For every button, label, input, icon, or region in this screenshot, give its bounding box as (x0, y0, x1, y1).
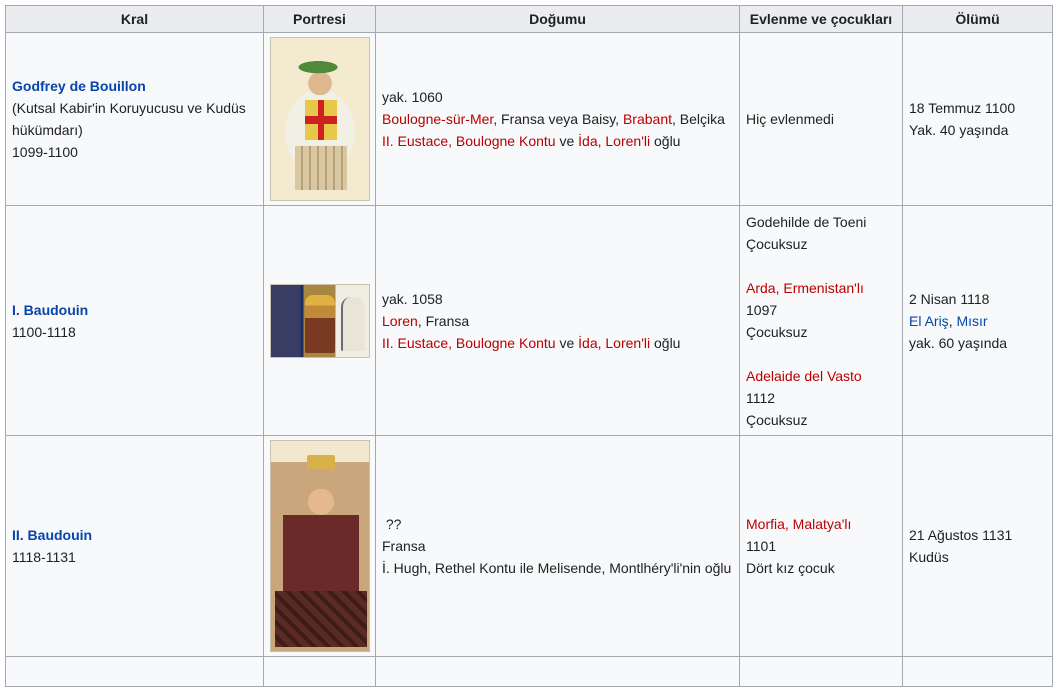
birth-year: yak. 1060 (382, 89, 443, 105)
birth-cell: ?? Fransa İ. Hugh, Rethel Kontu ile Meli… (375, 435, 740, 657)
death-place-link[interactable]: El Ariş (909, 313, 949, 329)
spouse-link[interactable]: Adelaide del Vasto (746, 368, 862, 384)
spouse-children: Dört kız çocuk (746, 560, 835, 576)
death-cell: 21 Ağustos 1131 Kudüs (902, 435, 1053, 657)
reign: 1099-1100 (12, 144, 78, 160)
portrait-cell (263, 205, 376, 436)
king-title: (Kutsal Kabir'in Koruyucusu ve Kudüs hük… (12, 100, 246, 138)
header-portrait[interactable]: Portresi (263, 5, 376, 33)
table-row (5, 656, 1053, 687)
birth-cell: yak. 1060 Boulogne-sür-Mer, Fransa veya … (375, 32, 740, 206)
death-cell: 18 Temmuz 1100 Yak. 40 yaşında (902, 32, 1053, 206)
portrait-image[interactable] (270, 37, 370, 201)
spouse-year: 1101 (746, 538, 777, 554)
birth-place-text: , Fransa veya Baisy, (493, 111, 623, 127)
marriage-cell: Hiç evlenmedi (739, 32, 903, 206)
death-cell: 2 Nisan 1118 El Ariş, Mısır yak. 60 yaşı… (902, 205, 1053, 436)
marriage-text: Hiç evlenmedi (746, 111, 834, 127)
header-king[interactable]: Kral (5, 5, 264, 33)
kings-table: Kral Portresi Doğumu Evlenme ve çocuklar… (5, 5, 1053, 687)
king-name-link[interactable]: II. Baudouin (12, 527, 92, 543)
spouse-link[interactable]: Morfia, Malatya'lı (746, 516, 851, 532)
king-name-link[interactable]: I. Baudouin (12, 302, 88, 318)
crown-icon (307, 455, 335, 469)
mother-link[interactable]: İda, Loren'li (578, 335, 650, 351)
spouse-children: Çocuksuz (746, 411, 808, 428)
spouse-name: Godehilde de Toeni (746, 213, 867, 230)
spouse-children: Çocuksuz (746, 235, 808, 252)
death-age: yak. 60 yaşında (909, 334, 1008, 351)
parents: İ. Hugh, Rethel Kontu ile Melisende, Mon… (382, 560, 732, 576)
birth-country: , Belçika (672, 111, 725, 127)
death-age: Yak. 40 yaşında (909, 122, 1009, 138)
header-birth[interactable]: Doğumu (375, 5, 740, 33)
birth-year: yak. 1058 (382, 290, 443, 307)
portrait-image[interactable] (270, 283, 370, 358)
death-country-link[interactable]: Mısır (956, 313, 987, 329)
birth-country: , Fransa (417, 312, 470, 329)
reign: 1100-1118 (12, 323, 76, 340)
portrait-cell (263, 32, 376, 206)
portrait-image[interactable] (270, 440, 370, 652)
portrait-cell (263, 435, 376, 657)
marriage-cell: Morfia, Malatya'lı 1101 Dört kız çocuk (739, 435, 903, 657)
table-row: I. Baudouin 1100-1118 yak. 1058 Loren, F… (5, 205, 1053, 436)
table-row: II. Baudouin 1118-1131 ?? Fransa İ. Hugh… (5, 435, 1053, 657)
spouse-year: 1097 (746, 301, 778, 318)
death-date: 18 Temmuz 1100 (909, 100, 1016, 116)
father-link[interactable]: II. Eustace, Boulogne Kontu (382, 133, 556, 149)
birth-place-link[interactable]: Loren (382, 313, 418, 329)
reign: 1118-1131 (12, 549, 76, 565)
king-cell: Godfrey de Bouillon (Kutsal Kabir'in Kor… (5, 32, 264, 206)
marriage-cell: Godehilde de Toeni Çocuksuz Arda, Ermeni… (739, 205, 903, 436)
father-link[interactable]: II. Eustace, Boulogne Kontu (382, 335, 556, 351)
king-name-link[interactable]: Godfrey de Bouillon (12, 78, 146, 94)
spouse-link[interactable]: Arda, Ermenistan'lı (746, 280, 864, 296)
header-marriage[interactable]: Evlenme ve çocukları (739, 5, 903, 33)
table-row: Godfrey de Bouillon (Kutsal Kabir'in Kor… (5, 32, 1053, 206)
spouse-year: 1112 (746, 389, 776, 406)
birth-region-link[interactable]: Brabant (623, 111, 672, 127)
king-cell: II. Baudouin 1118-1131 (5, 435, 264, 657)
parent-suffix: oğlu (650, 133, 681, 149)
mother-link[interactable]: İda, Loren'li (578, 133, 650, 149)
birth-cell: yak. 1058 Loren, Fransa II. Eustace, Bou… (375, 205, 740, 436)
header-row: Kral Portresi Doğumu Evlenme ve çocuklar… (5, 5, 1053, 33)
death-date: 21 Ağustos 1131 (909, 527, 1013, 543)
birth-place: Fransa (382, 538, 426, 554)
parent-separator: ve (555, 133, 579, 149)
death-date: 2 Nisan 1118 (909, 290, 990, 307)
death-place: Kudüs (909, 549, 949, 565)
header-death[interactable]: Ölümü (902, 5, 1053, 33)
parent-suffix: oğlu (650, 334, 681, 351)
king-cell: I. Baudouin 1100-1118 (5, 205, 264, 436)
spouse-children: Çocuksuz (746, 323, 808, 340)
birth-year: ?? (385, 516, 402, 532)
birth-place-link[interactable]: Boulogne-sür-Mer (382, 111, 493, 127)
parent-separator: ve (555, 334, 579, 351)
